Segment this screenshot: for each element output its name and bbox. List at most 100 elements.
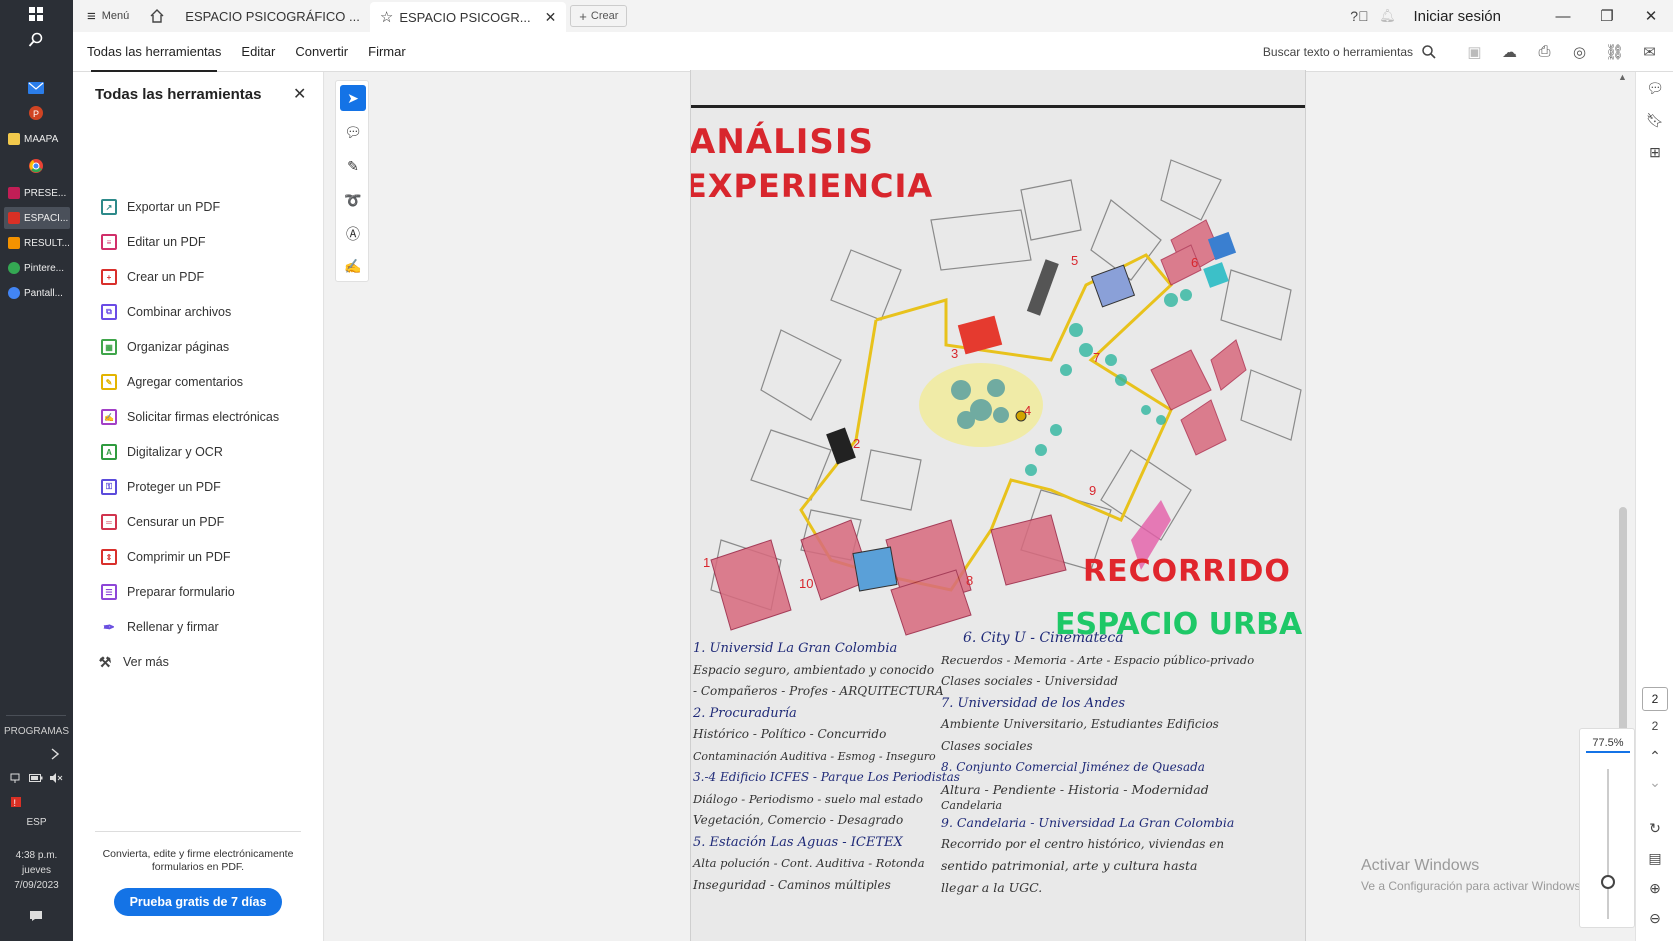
security-alert-icon[interactable]: ! [8,792,24,812]
sign-icon[interactable]: ✍ [340,253,366,279]
link-icon[interactable]: ⛓︎ [1597,32,1632,72]
taskbar-app-label: Pintere... [24,262,65,274]
map-number: 2 [853,436,860,451]
mail-icon[interactable] [26,78,46,98]
tab-document-1[interactable]: ESPACIO PSICOGRÁFICO ... [175,3,370,29]
tool-edit-pdf[interactable]: ≡ Editar un PDF [101,231,206,253]
menu-all-tools[interactable]: Todas las herramientas [77,32,231,72]
hamburger-menu-button[interactable]: ≡ Menú [73,3,139,29]
current-page-input[interactable]: 2 [1642,687,1668,711]
tool-label: Comprimir un PDF [127,550,231,564]
zoom-slider-handle[interactable] [1601,874,1615,889]
menu-sign[interactable]: Firmar [358,32,416,72]
taskbar-app-presentation[interactable]: PRESE... [4,182,70,204]
volume-muted-icon[interactable] [48,768,64,788]
input-language[interactable]: ESP [0,817,73,828]
page-up-icon[interactable]: ⌃ [1645,746,1665,766]
create-tab-button[interactable]: + Crear [570,5,628,27]
share-user-icon[interactable]: ◎ [1562,32,1597,72]
zoom-in-icon[interactable]: ⊕ [1645,878,1665,898]
taskbar-app-screenshot[interactable]: Pantall... [4,282,70,304]
battery-icon[interactable] [28,768,44,788]
tab-document-2[interactable]: ☆ ESPACIO PSICOGR... ✕ [369,2,567,32]
save-icon[interactable]: ▣ [1457,32,1492,72]
close-panel-icon[interactable]: ✕ [293,84,306,104]
clock-weekday: jueves [22,865,51,876]
clock-date: 7/09/2023 [14,880,59,891]
close-tab-icon[interactable]: ✕ [545,9,557,26]
bell-icon[interactable]: 🔔︎ [1373,8,1401,24]
svg-text:P: P [33,109,39,119]
tool-label: Crear un PDF [127,270,205,284]
svg-text:!: ! [14,798,17,808]
search-icon[interactable] [26,30,46,50]
comments-panel-icon[interactable]: 💬︎ [1645,78,1665,98]
email-icon[interactable]: ✉︎ [1632,32,1667,72]
wrench-icon: ⚒ [98,653,112,670]
tool-combine-files[interactable]: ⧉ Combinar archivos [101,301,231,323]
tool-redact-pdf[interactable]: ═ Censurar un PDF [101,511,224,533]
bookmarks-icon[interactable]: 🔖︎ [1645,110,1665,130]
folder-icon [8,133,20,145]
close-window-icon[interactable]: ✕ [1629,0,1673,32]
network-icon[interactable] [8,768,24,788]
page-fit-icon[interactable]: ▤ [1645,848,1665,868]
powerpoint-icon[interactable]: P [26,103,46,123]
chevron-right-icon[interactable] [48,744,62,764]
tool-compress-pdf[interactable]: ⇕ Comprimir un PDF [101,546,231,568]
note-line: Clases sociales - Universidad [941,674,1119,688]
help-icon[interactable]: ?⃝ [1345,8,1373,24]
text-box-icon[interactable]: Ⓐ [340,221,366,247]
add-comment-icon[interactable]: 💬︎ [340,119,366,145]
rotate-icon[interactable]: ↻ [1645,818,1665,838]
tool-fill-sign[interactable]: ✒ Rellenar y firmar [101,616,219,638]
scroll-up-arrow-icon[interactable]: ▲ [1618,72,1627,82]
menu-edit[interactable]: Editar [231,32,285,72]
zoom-slider-track[interactable] [1607,769,1609,919]
tool-organize-pages[interactable]: ▦ Organizar páginas [101,336,229,358]
signin-button[interactable]: Iniciar sesión [1413,8,1501,25]
tool-create-pdf[interactable]: + Crear un PDF [101,266,204,288]
taskbar-app-label: Pantall... [24,287,63,299]
tool-export-pdf[interactable]: ↗ Exportar un PDF [101,196,220,218]
taskbar-app-acrobat[interactable]: ESPACI... [4,207,70,229]
tool-prepare-form[interactable]: ☰ Preparar formulario [101,581,235,603]
select-cursor-icon[interactable]: ➤ [340,85,366,111]
menu-convert[interactable]: Convertir [285,32,358,72]
tool-protect-pdf[interactable]: ⚿ Proteger un PDF [101,476,221,498]
zoom-out-icon[interactable]: ⊖ [1645,908,1665,928]
taskbar-app-pinterest[interactable]: Pintere... [4,257,70,279]
restore-icon[interactable]: ❐ [1585,0,1629,32]
taskbar-app-illustrator[interactable]: RESULT... [4,232,70,254]
windows-start-icon[interactable] [26,4,46,24]
taskbar-app-maapa[interactable]: MAAPA [4,128,70,150]
print-icon[interactable]: ⎙ [1527,32,1562,72]
star-icon[interactable]: ☆ [380,8,393,26]
tool-scan-ocr[interactable]: A Digitalizar y OCR [101,441,223,463]
chrome-icon[interactable] [26,156,46,176]
free-trial-button[interactable]: Prueba gratis de 7 días [114,888,282,916]
page-down-icon[interactable]: ⌄ [1645,772,1665,792]
thumbnails-grid-icon[interactable]: ⊞ [1645,142,1665,162]
activate-windows-watermark: Activar Windows Ve a Configuración para … [1361,857,1584,893]
route-title: RECORRIDO [1083,554,1291,589]
zoom-level[interactable]: 77.5% [1586,737,1630,753]
menu-label: Menú [101,10,130,22]
note-line: Vegetación, Comercio - Desagrado [693,813,904,827]
system-clock[interactable]: 4:38 p.m. jueves 7/09/2023 [0,848,73,893]
taskbar-separator [6,715,66,716]
tool-label: Editar un PDF [127,235,206,249]
minimize-icon[interactable]: — [1541,0,1585,32]
draw-freeform-icon[interactable]: ➰ [340,187,366,213]
notifications-icon[interactable] [26,906,46,926]
search-tools-button[interactable]: Buscar texto o herramientas [1263,44,1437,60]
highlight-pen-icon[interactable]: ✎ [340,153,366,179]
upload-cloud-icon[interactable]: ☁︎ [1492,32,1527,72]
home-button[interactable] [139,3,175,29]
tool-see-more[interactable]: ⚒ Ver más [97,651,169,673]
note-line: Diálogo - Periodismo - suelo mal estado [693,791,923,806]
tool-label: Ver más [123,655,169,669]
tool-request-signatures[interactable]: ✍ Solicitar firmas electrónicas [101,406,279,428]
create-label: Crear [590,10,619,22]
tool-add-comments[interactable]: ✎ Agregar comentarios [101,371,243,393]
